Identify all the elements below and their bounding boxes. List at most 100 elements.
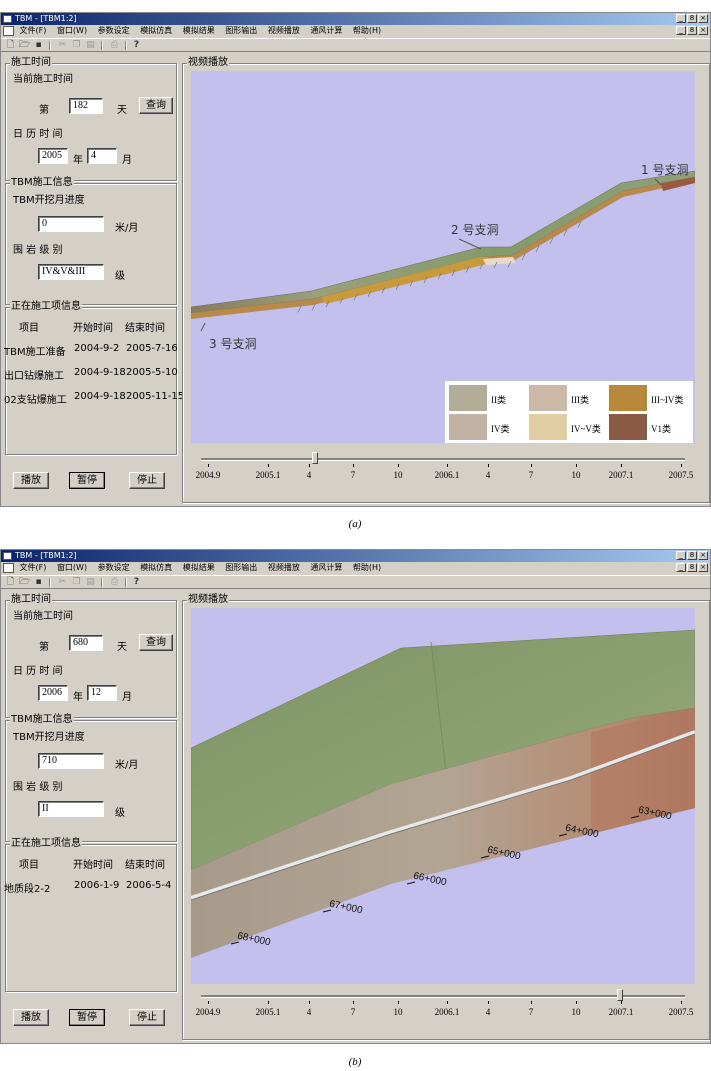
month-input[interactable]: 12 bbox=[87, 685, 117, 701]
save-icon[interactable]: ▪ bbox=[33, 577, 44, 588]
menu-window[interactable]: 窗口(W) bbox=[57, 563, 87, 572]
timeline-tick-mark bbox=[531, 1001, 532, 1004]
paste-icon[interactable]: ▤ bbox=[85, 40, 96, 51]
new-file-icon[interactable]: 🗋 bbox=[5, 40, 16, 51]
col-end-header: 结束时间 bbox=[125, 860, 165, 871]
doc-close-button[interactable]: × bbox=[698, 26, 708, 35]
timeline-tick-mark bbox=[447, 1001, 448, 1004]
monthly-progress-input[interactable]: 710 bbox=[38, 753, 104, 769]
timeline-tick-mark bbox=[576, 464, 577, 467]
menu-results[interactable]: 模拟结果 bbox=[183, 26, 215, 35]
help-icon[interactable]: ? bbox=[131, 40, 142, 51]
pause-button[interactable]: 暂停 bbox=[69, 472, 105, 489]
calendar-time-label: 日 历 时 间 bbox=[13, 666, 63, 677]
legend-label: III~IV类 bbox=[651, 395, 684, 405]
stop-button[interactable]: 停止 bbox=[129, 1009, 165, 1026]
maximize-button[interactable]: 8 bbox=[687, 551, 697, 560]
item-name: TBM施工准备 bbox=[4, 347, 66, 358]
timeline-slider-track[interactable] bbox=[201, 458, 685, 461]
day-input[interactable]: 182 bbox=[69, 98, 103, 114]
cut-icon[interactable]: ✂ bbox=[57, 577, 68, 588]
doc-close-button[interactable]: × bbox=[698, 563, 708, 572]
menu-ventilation[interactable]: 通风计算 bbox=[310, 563, 342, 572]
open-folder-icon[interactable]: 🗁 bbox=[19, 40, 30, 51]
cut-icon[interactable]: ✂ bbox=[57, 40, 68, 51]
timeline-tick-mark bbox=[268, 464, 269, 467]
station-tick bbox=[406, 881, 416, 885]
app-icon bbox=[3, 552, 12, 560]
legend-label: IV~V类 bbox=[571, 424, 601, 434]
play-button[interactable]: 播放 bbox=[13, 1009, 49, 1026]
menu-ventilation[interactable]: 通风计算 bbox=[310, 26, 342, 35]
copy-icon[interactable]: ❐ bbox=[71, 577, 82, 588]
menu-file[interactable]: 文件(F) bbox=[20, 26, 47, 35]
menu-video-playback[interactable]: 视频播放 bbox=[268, 563, 300, 572]
rock-grade-input[interactable]: IV&V&III bbox=[38, 264, 104, 280]
play-button[interactable]: 播放 bbox=[13, 472, 49, 489]
close-button[interactable]: × bbox=[698, 551, 708, 560]
menu-simulation[interactable]: 模拟仿真 bbox=[140, 563, 172, 572]
save-icon[interactable]: ▪ bbox=[33, 40, 44, 51]
menu-graphics-output[interactable]: 图形输出 bbox=[225, 26, 257, 35]
menu-help[interactable]: 帮助(H) bbox=[353, 563, 381, 572]
menu-simulation[interactable]: 模拟仿真 bbox=[140, 26, 172, 35]
day-input[interactable]: 680 bbox=[69, 635, 103, 651]
month-input[interactable]: 4 bbox=[87, 148, 117, 164]
query-button[interactable]: 查询 bbox=[139, 97, 173, 114]
doc-maximize-button[interactable]: 8 bbox=[687, 26, 697, 35]
calendar-time-label: 日 历 时 间 bbox=[13, 129, 63, 140]
print-icon[interactable]: ⎙ bbox=[109, 577, 120, 588]
open-folder-icon[interactable]: 🗁 bbox=[19, 577, 30, 588]
3d-viewport[interactable]: 1 号支洞 2 号支洞 3 号支洞 II类 III类 III~IV类 IV类 IV~V类… bbox=[191, 71, 695, 443]
timeline-slider-thumb[interactable] bbox=[616, 989, 623, 1001]
day-suffix: 天 bbox=[117, 105, 127, 116]
menu-parameters[interactable]: 参数设定 bbox=[98, 563, 130, 572]
pause-button[interactable]: 暂停 bbox=[69, 1009, 105, 1026]
support-tunnel-3-pointer bbox=[200, 322, 206, 332]
copy-icon[interactable]: ❐ bbox=[71, 40, 82, 51]
paste-icon[interactable]: ▤ bbox=[85, 577, 96, 588]
item-start: 2004-9-18 bbox=[74, 367, 126, 378]
year-input[interactable]: 2005 bbox=[38, 148, 68, 164]
legend-swatch bbox=[449, 414, 487, 440]
toolbar: 🗋 🗁 ▪ ✂ ❐ ▤ ⎙ ? bbox=[1, 38, 710, 52]
monthly-progress-input[interactable]: 0 bbox=[38, 216, 104, 232]
progress-unit: 米/月 bbox=[115, 223, 139, 234]
year-input[interactable]: 2006 bbox=[38, 685, 68, 701]
doc-minimize-button[interactable]: _ bbox=[676, 26, 686, 35]
timeline-slider-track[interactable] bbox=[201, 995, 685, 998]
new-file-icon[interactable]: 🗋 bbox=[5, 577, 16, 588]
help-icon[interactable]: ? bbox=[131, 577, 142, 588]
print-icon[interactable]: ⎙ bbox=[109, 40, 120, 51]
menu-graphics-output[interactable]: 图形输出 bbox=[225, 563, 257, 572]
menu-bar: 文件(F) 窗口(W) 参数设定 模拟仿真 模拟结果 图形输出 视频播放 通风计… bbox=[1, 25, 710, 37]
doc-minimize-button[interactable]: _ bbox=[676, 563, 686, 572]
timeline-slider-thumb[interactable] bbox=[311, 452, 318, 464]
year-unit: 年 bbox=[73, 155, 83, 166]
minimize-button[interactable]: _ bbox=[676, 14, 686, 23]
doc-maximize-button[interactable]: 8 bbox=[687, 563, 697, 572]
timeline-tick-label: 7 bbox=[350, 1007, 356, 1017]
item-start: 2004-9-18 bbox=[74, 391, 126, 402]
minimize-button[interactable]: _ bbox=[676, 551, 686, 560]
3d-viewport[interactable]: 63+000 64+000 65+000 66+000 67+000 68+00… bbox=[191, 608, 695, 984]
maximize-button[interactable]: 8 bbox=[687, 14, 697, 23]
current-time-label: 当前施工时间 bbox=[13, 74, 73, 85]
query-button[interactable]: 查询 bbox=[139, 634, 173, 651]
menu-file[interactable]: 文件(F) bbox=[20, 563, 47, 572]
close-button[interactable]: × bbox=[698, 14, 708, 23]
menu-video-playback[interactable]: 视频播放 bbox=[268, 26, 300, 35]
menu-window[interactable]: 窗口(W) bbox=[57, 26, 87, 35]
support-tunnel-2-label: 2 号支洞 bbox=[451, 223, 499, 237]
timeline-tick-mark bbox=[681, 1001, 682, 1004]
timeline-tick-label: 4 bbox=[306, 1007, 312, 1017]
menu-results[interactable]: 模拟结果 bbox=[183, 563, 215, 572]
tbm-info-title: TBM施工信息 bbox=[10, 714, 74, 726]
menu-parameters[interactable]: 参数设定 bbox=[98, 26, 130, 35]
rock-grade-input[interactable]: II bbox=[38, 801, 104, 817]
stop-button[interactable]: 停止 bbox=[129, 472, 165, 489]
rock-grade-label: 围 岩 级 别 bbox=[13, 245, 63, 256]
window-title: TBM - [TBM1:2] bbox=[15, 14, 77, 23]
support-tunnel-1-label: 1 号支洞 bbox=[641, 163, 689, 177]
menu-help[interactable]: 帮助(H) bbox=[353, 26, 381, 35]
